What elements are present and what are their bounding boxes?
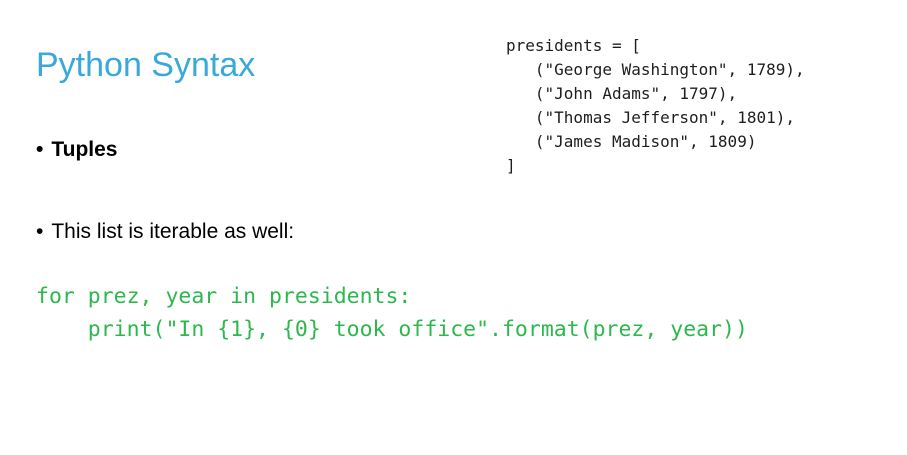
code-line: ("Thomas Jefferson", 1801), (506, 108, 795, 127)
code-line: ] (506, 156, 516, 175)
code-line: ("John Adams", 1797), (506, 84, 738, 103)
bullet-text: Tuples (51, 138, 118, 161)
bullet-marker: • (36, 138, 44, 161)
code-line: ("James Madison", 1809) (506, 132, 757, 151)
code-line: presidents = [ (506, 36, 641, 55)
presidents-code-block: presidents = [ ("George Washington", 178… (506, 34, 805, 178)
loop-code-line: print("In {1}, {0} took office".format(p… (36, 317, 748, 342)
slide: Python Syntax presidents = [ ("George Wa… (0, 0, 907, 455)
slide-title: Python Syntax (36, 46, 256, 84)
bullet-text: This list is iterable as well: (51, 220, 295, 243)
for-loop-code-block: for prez, year in presidents: print("In … (36, 280, 748, 346)
bullet-iterable: • This list is iterable as well: (36, 220, 294, 244)
bullet-tuples: • Tuples (36, 138, 117, 162)
bullet-marker: • (36, 220, 44, 243)
loop-code-line: for prez, year in presidents: (36, 284, 412, 309)
code-line: ("George Washington", 1789), (506, 60, 805, 79)
